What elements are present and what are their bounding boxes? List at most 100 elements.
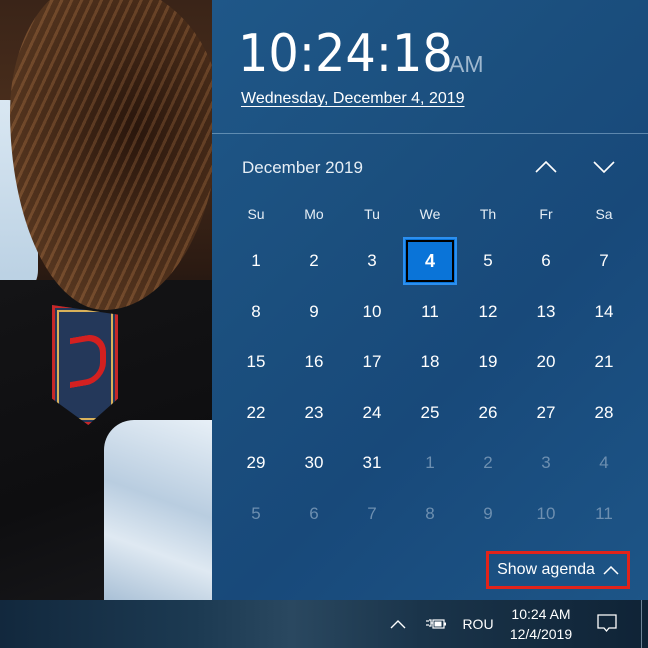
calendar-day[interactable]: 23 xyxy=(285,388,343,439)
calendar-day-other-month[interactable]: 6 xyxy=(285,489,343,540)
calendar-day-number: 4 xyxy=(424,250,435,271)
calendar-day-number: 1 xyxy=(425,453,435,473)
calendar-day[interactable]: 28 xyxy=(575,388,633,439)
calendar-day[interactable]: 3 xyxy=(343,236,401,287)
date-link[interactable]: Wednesday, December 4, 2019 xyxy=(241,89,465,109)
calendar-day[interactable]: 6 xyxy=(517,236,575,287)
calendar-day-number: 2 xyxy=(483,453,493,473)
action-center-button[interactable] xyxy=(592,600,622,648)
calendar-day-number: 21 xyxy=(594,352,614,372)
calendar-day[interactable]: 18 xyxy=(401,337,459,388)
calendar-day-number: 16 xyxy=(304,352,324,372)
calendar-day-number: 28 xyxy=(594,402,614,422)
show-hidden-icons-button[interactable] xyxy=(384,600,412,648)
calendar-day[interactable]: 20 xyxy=(517,337,575,388)
clock-ampm: AM xyxy=(449,51,484,77)
calendar-day[interactable]: 27 xyxy=(517,388,575,439)
calendar-day[interactable]: 17 xyxy=(343,337,401,388)
calendar-day[interactable]: 5 xyxy=(459,236,517,287)
calendar-day[interactable]: 16 xyxy=(285,337,343,388)
calendar-day[interactable]: 9 xyxy=(285,287,343,338)
calendar-day[interactable]: 29 xyxy=(227,438,285,489)
calendar-day-other-month[interactable]: 10 xyxy=(517,489,575,540)
calendar-day-number: 10 xyxy=(362,301,382,321)
calendar-day-other-month[interactable]: 3 xyxy=(517,438,575,489)
show-desktop-button[interactable] xyxy=(641,600,642,648)
input-language-button[interactable]: ROU xyxy=(458,600,498,648)
calendar-day-number: 9 xyxy=(309,301,319,321)
calendar-day[interactable]: 21 xyxy=(575,337,633,388)
calendar-day-number: 11 xyxy=(595,503,613,523)
calendar-day-number: 9 xyxy=(483,503,493,523)
calendar-day-other-month[interactable]: 9 xyxy=(459,489,517,540)
calendar-day-number: 12 xyxy=(478,301,498,321)
calendar-day-other-month[interactable]: 7 xyxy=(343,489,401,540)
calendar-day[interactable]: 19 xyxy=(459,337,517,388)
calendar-day-number: 6 xyxy=(541,251,551,271)
calendar-day-number: 26 xyxy=(478,402,498,422)
calendar-day-other-month[interactable]: 11 xyxy=(575,489,633,540)
calendar-day-today[interactable]: 4 xyxy=(401,236,459,287)
calendar-day-number: 30 xyxy=(304,453,324,473)
calendar-day-number: 3 xyxy=(367,251,377,271)
power-plug-battery-icon xyxy=(426,619,446,629)
calendar-day-number: 1 xyxy=(251,251,261,271)
calendar-day[interactable]: 2 xyxy=(285,236,343,287)
calendar-day[interactable]: 8 xyxy=(227,287,285,338)
show-agenda-button[interactable]: Show agenda xyxy=(486,551,630,589)
taskbar: ROU 10:24 AM 12/4/2019 xyxy=(0,600,648,648)
weekday-label: Mo xyxy=(304,206,324,222)
calendar-day-number: 31 xyxy=(362,453,382,473)
calendar-day-number: 29 xyxy=(246,453,266,473)
calendar-day-number: 5 xyxy=(483,251,493,271)
calendar-day-number: 23 xyxy=(304,402,324,422)
calendar-day[interactable]: 14 xyxy=(575,287,633,338)
desktop-wallpaper xyxy=(0,0,212,600)
calendar-day[interactable]: 13 xyxy=(517,287,575,338)
calendar-day[interactable]: 31 xyxy=(343,438,401,489)
weekday-label: Sa xyxy=(595,206,613,222)
calendar-day-number: 22 xyxy=(246,402,266,422)
calendar-day[interactable]: 26 xyxy=(459,388,517,439)
previous-month-button[interactable] xyxy=(530,152,562,182)
calendar-day-number: 18 xyxy=(420,352,440,372)
calendar-day[interactable]: 24 xyxy=(343,388,401,439)
calendar-day[interactable]: 1 xyxy=(227,236,285,287)
wallpaper-hair xyxy=(10,0,212,310)
calendar-day[interactable]: 25 xyxy=(401,388,459,439)
wallpaper-sleeve xyxy=(104,420,212,600)
next-month-button[interactable] xyxy=(588,152,620,182)
weekday-label: Th xyxy=(479,206,497,222)
weekday-label: We xyxy=(419,206,441,222)
calendar-day-number: 13 xyxy=(536,301,556,321)
chevron-down-icon xyxy=(593,161,615,173)
taskbar-clock-button[interactable]: 10:24 AM 12/4/2019 xyxy=(502,600,580,648)
clock-time: 10:24:18 xyxy=(238,24,453,84)
calendar-day[interactable]: 30 xyxy=(285,438,343,489)
calendar-day-other-month[interactable]: 2 xyxy=(459,438,517,489)
calendar-day-number: 14 xyxy=(594,301,614,321)
calendar-day-other-month[interactable]: 8 xyxy=(401,489,459,540)
calendar-day[interactable]: 15 xyxy=(227,337,285,388)
calendar-day-number: 17 xyxy=(362,352,382,372)
calendar-day[interactable]: 12 xyxy=(459,287,517,338)
calendar-day-number: 19 xyxy=(478,352,498,372)
calendar-day[interactable]: 11 xyxy=(401,287,459,338)
calendar-day-other-month[interactable]: 4 xyxy=(575,438,633,489)
calendar-day-other-month[interactable]: 1 xyxy=(401,438,459,489)
calendar-day-number: 27 xyxy=(536,402,556,422)
calendar-day-number: 7 xyxy=(367,503,377,523)
power-status-button[interactable] xyxy=(422,600,450,648)
calendar-grid: 1 2 3 4 5 6 7 8 9 10 11 12 13 14 15 16 17 18 19 20 21 22 23 24 2… xyxy=(227,236,633,539)
calendar-day-number: 8 xyxy=(251,301,261,321)
chevron-up-icon xyxy=(603,565,619,575)
today-highlight: 4 xyxy=(403,237,457,286)
month-label[interactable]: December 2019 xyxy=(242,157,363,179)
calendar-day-other-month[interactable]: 5 xyxy=(227,489,285,540)
calendar-day-number: 25 xyxy=(420,402,440,422)
calendar-day[interactable]: 7 xyxy=(575,236,633,287)
taskbar-time: 10:24 AM xyxy=(511,606,571,622)
calendar-day[interactable]: 22 xyxy=(227,388,285,439)
calendar-day[interactable]: 10 xyxy=(343,287,401,338)
calendar-day-number: 15 xyxy=(246,352,266,372)
